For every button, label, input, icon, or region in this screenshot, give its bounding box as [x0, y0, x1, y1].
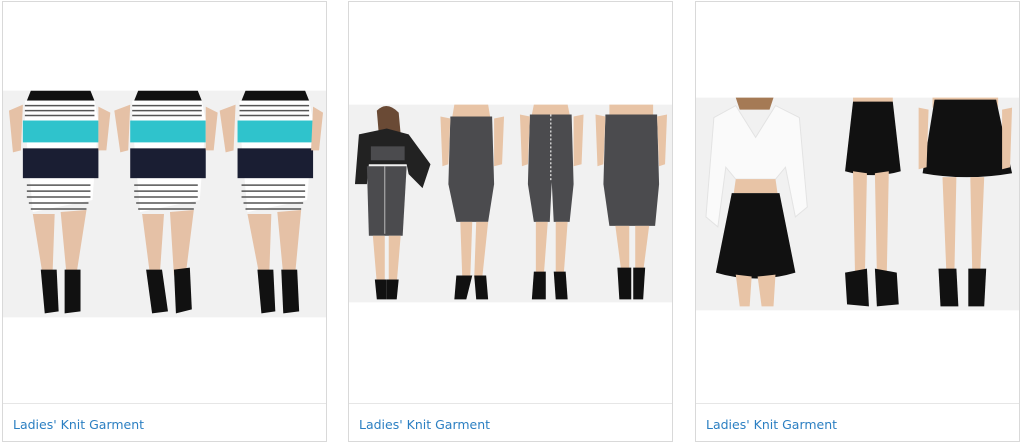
product-card[interactable]: Ladies' Knit Garment	[348, 1, 673, 442]
product-image	[696, 97, 1019, 311]
product-caption: Ladies' Knit Garment	[696, 403, 1019, 441]
product-card[interactable]: Ladies' Knit Garment	[695, 1, 1020, 442]
product-title-link[interactable]: Ladies' Knit Garment	[359, 417, 490, 432]
product-image	[349, 104, 672, 303]
product-card[interactable]: Ladies' Knit Garment	[2, 1, 327, 442]
product-image-link[interactable]	[696, 2, 1019, 404]
product-caption: Ladies' Knit Garment	[349, 403, 672, 441]
product-caption: Ladies' Knit Garment	[3, 403, 326, 441]
product-image-link[interactable]	[3, 2, 326, 404]
product-image-link[interactable]	[349, 2, 672, 404]
product-title-link[interactable]: Ladies' Knit Garment	[706, 417, 837, 432]
product-title-link[interactable]: Ladies' Knit Garment	[13, 417, 144, 432]
product-image	[3, 90, 326, 318]
